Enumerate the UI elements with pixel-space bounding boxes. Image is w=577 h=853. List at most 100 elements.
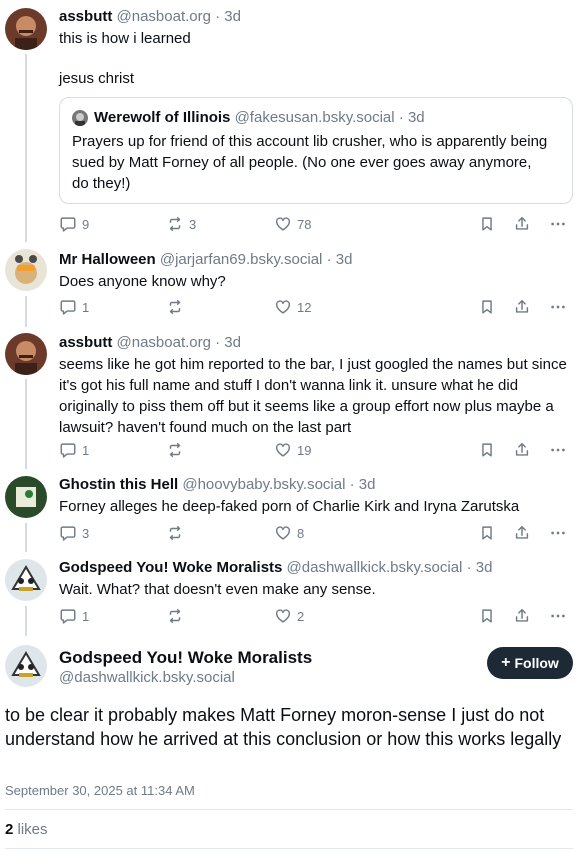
post-time[interactable]: · 3d <box>215 334 241 351</box>
repost-button[interactable]: 3 <box>166 214 196 234</box>
avatar[interactable] <box>5 333 47 375</box>
post[interactable]: assbutt @nasboat.org · 3d seems like he … <box>0 327 577 469</box>
post[interactable]: Godspeed You! Woke Moralists @dashwallki… <box>0 552 577 636</box>
author-handle[interactable]: @jarjarfan69.bsky.social <box>160 251 323 268</box>
repost-button[interactable] <box>166 440 189 460</box>
more-options-button[interactable] <box>548 440 568 460</box>
thread-line <box>25 523 27 552</box>
author-handle[interactable]: @nasboat.org <box>117 8 211 25</box>
quote-author-handle: @fakesusan.bsky.social <box>234 109 395 126</box>
repost-button[interactable] <box>166 297 189 317</box>
reply-button[interactable]: 9 <box>59 214 89 234</box>
share-button[interactable] <box>513 440 531 460</box>
post[interactable]: assbutt @nasboat.org · 3d this is how i … <box>0 0 577 244</box>
main-author-handle[interactable]: @dashwallkick.bsky.social <box>59 668 235 688</box>
repost-icon <box>166 607 184 625</box>
bookmark-icon <box>478 215 496 233</box>
main-avatar[interactable] <box>5 645 47 687</box>
avatar[interactable] <box>5 8 47 50</box>
thread-line <box>25 379 27 469</box>
like-button[interactable]: 19 <box>274 440 311 460</box>
like-button[interactable]: 78 <box>274 214 311 234</box>
reply-count: 1 <box>82 608 90 624</box>
share-icon <box>513 441 531 459</box>
like-count: 78 <box>297 216 312 232</box>
likes-summary[interactable]: 2 likes <box>5 821 48 838</box>
like-count: 19 <box>297 442 312 458</box>
post-time[interactable]: · 3d <box>327 251 353 268</box>
bookmark-button[interactable] <box>478 214 496 234</box>
post[interactable]: Ghostin this Hell @hoovybaby.bsky.social… <box>0 469 577 552</box>
repost-button[interactable] <box>166 606 189 626</box>
quote-author-name: Werewolf of Illinois <box>94 109 231 126</box>
share-button[interactable] <box>513 606 531 626</box>
reply-count: 9 <box>82 216 90 232</box>
bookmark-button[interactable] <box>478 523 496 543</box>
share-icon <box>513 215 531 233</box>
main-post-text: to be clear it probably makes Matt Forne… <box>5 705 562 749</box>
author-name[interactable]: Ghostin this Hell <box>59 476 178 493</box>
more-options-button[interactable] <box>548 214 568 234</box>
author-name[interactable]: assbutt <box>59 8 112 25</box>
share-button[interactable] <box>513 523 531 543</box>
heart-icon <box>274 298 292 316</box>
reply-icon <box>59 215 77 233</box>
heart-icon <box>274 607 292 625</box>
main-author-name[interactable]: Godspeed You! Woke Moralists <box>59 647 312 669</box>
author-handle[interactable]: @nasboat.org <box>117 334 211 351</box>
bookmark-icon <box>478 524 496 542</box>
post[interactable]: Mr Halloween @jarjarfan69.bsky.social · … <box>0 244 577 327</box>
repost-icon <box>166 441 184 459</box>
author-name[interactable]: Godspeed You! Woke Moralists <box>59 559 282 576</box>
author-name[interactable]: assbutt <box>59 334 112 351</box>
author-name[interactable]: Mr Halloween <box>59 251 156 268</box>
likes-label: likes <box>17 821 48 838</box>
reply-button[interactable]: 3 <box>59 523 89 543</box>
bookmark-button[interactable] <box>478 440 496 460</box>
more-options-button[interactable] <box>548 297 568 317</box>
like-count: 12 <box>297 299 312 315</box>
follow-button[interactable]: + Follow <box>487 647 573 679</box>
avatar[interactable] <box>5 559 47 601</box>
post-text: Forney alleges he deep-faked porn of Cha… <box>59 498 520 515</box>
reply-button[interactable]: 1 <box>59 606 89 626</box>
author-handle[interactable]: @dashwallkick.bsky.social <box>287 559 463 576</box>
author-handle[interactable]: @hoovybaby.bsky.social <box>182 476 345 493</box>
post-time[interactable]: · 3d <box>467 559 493 576</box>
bookmark-button[interactable] <box>478 297 496 317</box>
share-button[interactable] <box>513 297 531 317</box>
quote-post[interactable]: Werewolf of Illinois @fakesusan.bsky.soc… <box>59 97 573 204</box>
avatar[interactable] <box>5 249 47 291</box>
more-icon <box>548 607 568 625</box>
quote-avatar <box>72 110 88 126</box>
reply-button[interactable]: 1 <box>59 440 89 460</box>
share-icon <box>513 524 531 542</box>
reply-button[interactable]: 1 <box>59 297 89 317</box>
plus-icon: + <box>501 654 511 671</box>
post-date[interactable]: September 30, 2025 at 11:34 AM <box>5 783 195 798</box>
bookmark-button[interactable] <box>478 606 496 626</box>
avatar[interactable] <box>5 476 47 518</box>
more-options-button[interactable] <box>548 523 568 543</box>
like-button[interactable]: 12 <box>274 297 311 317</box>
like-button[interactable]: 2 <box>274 606 304 626</box>
reply-icon <box>59 298 77 316</box>
quote-text: Prayers up for friend of this account li… <box>72 133 548 192</box>
more-options-button[interactable] <box>548 606 568 626</box>
post-text: Wait. What? that doesn't even make any s… <box>59 581 376 598</box>
like-count: 8 <box>297 525 305 541</box>
more-icon <box>548 298 568 316</box>
post-time[interactable]: · 3d <box>350 476 376 493</box>
reply-count: 1 <box>82 442 90 458</box>
follow-label: Follow <box>514 655 559 671</box>
like-button[interactable]: 8 <box>274 523 304 543</box>
thread-line <box>25 54 27 242</box>
repost-button[interactable] <box>166 523 189 543</box>
post-time[interactable]: · 3d <box>215 8 241 25</box>
repost-icon <box>166 215 184 233</box>
more-icon <box>548 215 568 233</box>
heart-icon <box>274 524 292 542</box>
reply-icon <box>59 441 77 459</box>
share-button[interactable] <box>513 214 531 234</box>
reply-count: 3 <box>82 525 90 541</box>
